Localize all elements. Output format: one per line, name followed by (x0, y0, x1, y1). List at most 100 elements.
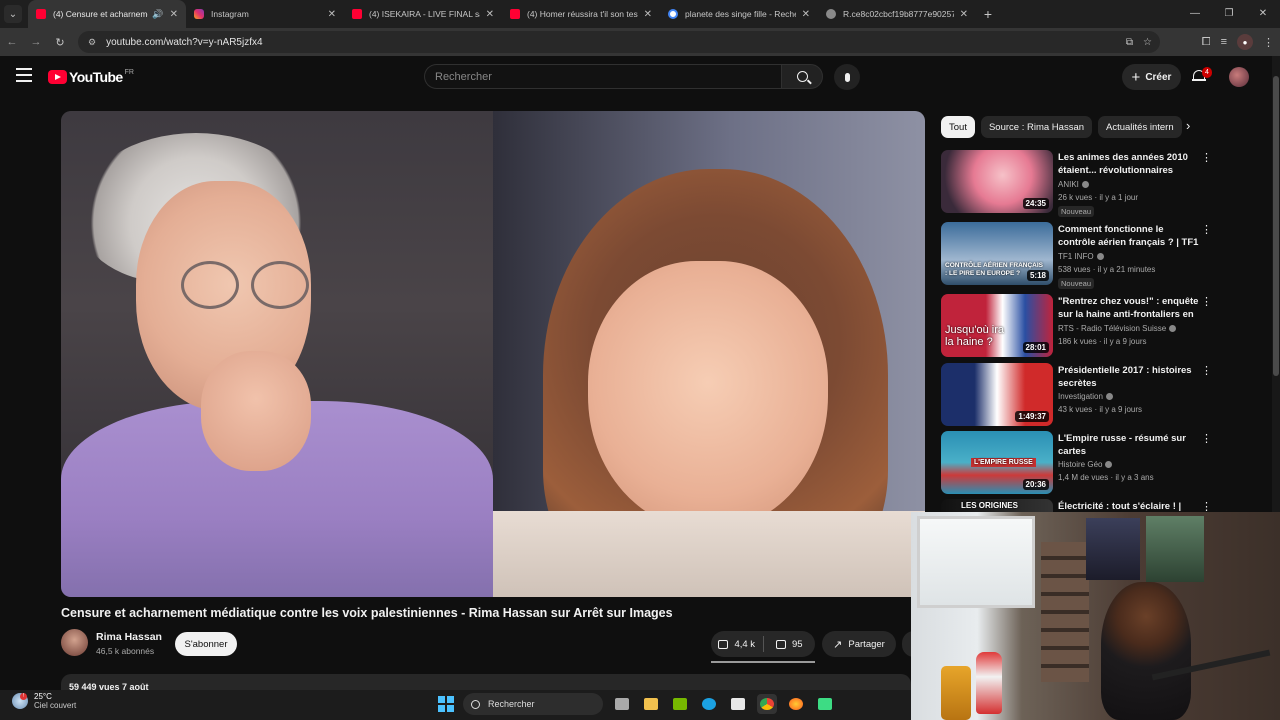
tab-5[interactable]: planete des singe fille - Recher ✕ (660, 0, 818, 28)
site-info-icon[interactable]: ⚙ (88, 37, 96, 48)
firefox-icon[interactable] (786, 694, 806, 714)
recommendation-meta: 538 vues · il y a 21 minutes (1058, 265, 1156, 274)
new-tab-button[interactable]: + (976, 6, 1000, 22)
more-options-icon[interactable]: ⋮ (1201, 501, 1211, 512)
duration-badge: 24:35 (1022, 198, 1049, 209)
chip-all[interactable]: Tout (941, 116, 975, 138)
install-icon[interactable]: ⧉ (1126, 37, 1133, 48)
recommendation-item[interactable]: 24:35 Les animes des années 2010 étaient… (941, 150, 1212, 217)
restore-icon[interactable]: ❐ (1212, 0, 1246, 28)
recommendation-item[interactable]: Jusqu'où ira la haine ? 28:01 "Rentrez c… (941, 294, 1212, 358)
video-thumbnail[interactable]: 1:49:37 (941, 363, 1053, 426)
recommendation-channel[interactable]: TF1 INFO (1058, 252, 1208, 261)
windows-start-icon[interactable] (438, 696, 454, 712)
channel-name: Investigation (1058, 392, 1103, 401)
task-view-icon[interactable] (612, 694, 632, 714)
hamburger-menu-icon[interactable] (16, 68, 32, 82)
more-options-icon[interactable]: ⋮ (1201, 365, 1212, 377)
account-avatar[interactable] (1229, 67, 1249, 87)
close-icon[interactable]: ✕ (960, 9, 968, 20)
video-thumbnail[interactable]: Jusqu'où ira la haine ? 28:01 (941, 294, 1053, 357)
close-window-icon[interactable]: ✕ (1246, 0, 1280, 28)
chip-source[interactable]: Source : Rima Hassan (980, 116, 1093, 138)
weather-widget[interactable]: ! 25°C Ciel couvert (12, 692, 76, 710)
tab-1[interactable]: (4) Censure et acharnement 🔊 ✕ (28, 0, 186, 28)
dislike-button[interactable]: 95 (764, 631, 816, 657)
recommendation-title[interactable]: "Rentrez chez vous!" : enquête sur la ha… (1058, 295, 1200, 322)
channel-name[interactable]: Rima Hassan (96, 631, 162, 643)
app-icon[interactable] (815, 694, 835, 714)
tab-4[interactable]: (4) Homer réussira t'il son test ✕ (502, 0, 660, 28)
recommendation-item[interactable]: CONTRÔLE AÉRIEN FRANÇAIS : LE PIRE EN EU… (941, 222, 1212, 289)
subscribe-button[interactable]: S'abonner (175, 632, 237, 656)
recommendation-title[interactable]: Électricité : tout s'éclaire ! | (1058, 500, 1200, 512)
tab-2[interactable]: Instagram ✕ (186, 0, 344, 28)
verified-icon (1169, 325, 1177, 333)
chrome-icon[interactable] (757, 694, 777, 714)
share-button[interactable]: ↗ Partager (822, 631, 896, 657)
close-icon[interactable]: ✕ (170, 9, 178, 20)
recommendation-channel[interactable]: ANIKI (1058, 180, 1208, 189)
address-bar[interactable]: ⚙ youtube.com/watch?v=y-nAR5jzfx4 ⧉ ☆ (78, 31, 1160, 53)
recommendation-title[interactable]: Présidentielle 2017 : histoires secrètes (1058, 364, 1200, 390)
chevron-right-icon[interactable]: › (1186, 118, 1190, 133)
windows-taskbar: ! 25°C Ciel couvert Rechercher (0, 690, 911, 720)
recommendation-meta: 26 k vues · il y a 1 jour (1058, 193, 1139, 202)
speaker-icon[interactable]: 🔊 (152, 9, 163, 20)
webcam-object-shape (976, 652, 1002, 714)
edge-icon[interactable] (699, 694, 719, 714)
thumbnail-text: LES ORIGINES (961, 501, 1018, 510)
minimize-icon[interactable]: — (1178, 0, 1212, 28)
verified-icon (1096, 253, 1104, 261)
recommendation-item[interactable]: LES ORIGINES Électricité : tout s'éclair… (941, 499, 1211, 512)
scrollbar-thumb[interactable] (1273, 76, 1279, 376)
reload-icon[interactable]: ↻ (48, 36, 72, 49)
recommendation-channel[interactable]: RTS - Radio Télévision Suisse (1058, 324, 1208, 333)
extensions-icon[interactable]: ⧠ (1202, 36, 1211, 49)
video-player[interactable] (61, 111, 925, 597)
search-input[interactable]: Rechercher (424, 64, 781, 89)
recommendation-title[interactable]: L'Empire russe - résumé sur cartes (1058, 432, 1200, 458)
verified-icon (1081, 181, 1089, 189)
tab-3[interactable]: (4) ISEKAIRA - LIVE FINAL sans ✕ (344, 0, 502, 28)
close-icon[interactable]: ✕ (328, 9, 336, 20)
more-options-icon[interactable]: ⋮ (1201, 296, 1212, 308)
search-button[interactable] (781, 64, 823, 89)
profile-icon[interactable]: ● (1237, 34, 1253, 50)
store-icon[interactable] (728, 694, 748, 714)
more-options-icon[interactable]: ⋮ (1201, 152, 1212, 164)
back-icon[interactable]: ← (0, 36, 24, 48)
nvidia-icon[interactable] (670, 694, 690, 714)
voice-search-button[interactable] (834, 64, 860, 90)
like-button[interactable]: 4,4 k (711, 631, 763, 657)
close-icon[interactable]: ✕ (802, 9, 810, 20)
tab-6[interactable]: R.ce8c02cbcf19b8777e9025788 ✕ (818, 0, 976, 28)
chip-news[interactable]: Actualités intern (1098, 116, 1182, 138)
recommendation-item[interactable]: L'EMPIRE RUSSE 20:36 L'Empire russe - ré… (941, 431, 1212, 495)
recommendation-title[interactable]: Comment fonctionne le contrôle aérien fr… (1058, 223, 1200, 250)
tab-search-button[interactable]: ⌄ (4, 5, 22, 23)
bookmark-star-icon[interactable]: ☆ (1143, 37, 1152, 48)
video-thumbnail[interactable]: 24:35 (941, 150, 1053, 213)
taskbar-search[interactable]: Rechercher (463, 693, 603, 715)
forward-icon[interactable]: → (24, 36, 48, 48)
channel-avatar[interactable] (61, 629, 88, 656)
recommendation-channel[interactable]: Investigation (1058, 392, 1208, 401)
file-explorer-icon[interactable] (641, 694, 661, 714)
video-thumbnail[interactable]: CONTRÔLE AÉRIEN FRANÇAIS : LE PIRE EN EU… (941, 222, 1053, 285)
video-thumbnail[interactable]: LES ORIGINES (941, 499, 1053, 512)
reading-list-icon[interactable]: ≡ (1221, 36, 1227, 48)
more-options-icon[interactable]: ⋮ (1201, 224, 1212, 236)
close-icon[interactable]: ✕ (486, 9, 494, 20)
recommendation-title[interactable]: Les animes des années 2010 étaient... ré… (1058, 151, 1200, 177)
taskbar-apps: Rechercher (438, 693, 835, 715)
close-icon[interactable]: ✕ (644, 9, 652, 20)
tab-title: Instagram (211, 9, 249, 19)
create-button[interactable]: + Créer (1122, 64, 1181, 90)
recommendation-item[interactable]: 1:49:37 Présidentielle 2017 : histoires … (941, 363, 1212, 427)
recommendation-channel[interactable]: Histoire Géo (1058, 460, 1208, 469)
youtube-logo[interactable]: YouTube FR (48, 69, 134, 85)
menu-dots-icon[interactable]: ⋮ (1263, 36, 1274, 49)
video-thumbnail[interactable]: L'EMPIRE RUSSE 20:36 (941, 431, 1053, 494)
more-options-icon[interactable]: ⋮ (1201, 433, 1212, 445)
